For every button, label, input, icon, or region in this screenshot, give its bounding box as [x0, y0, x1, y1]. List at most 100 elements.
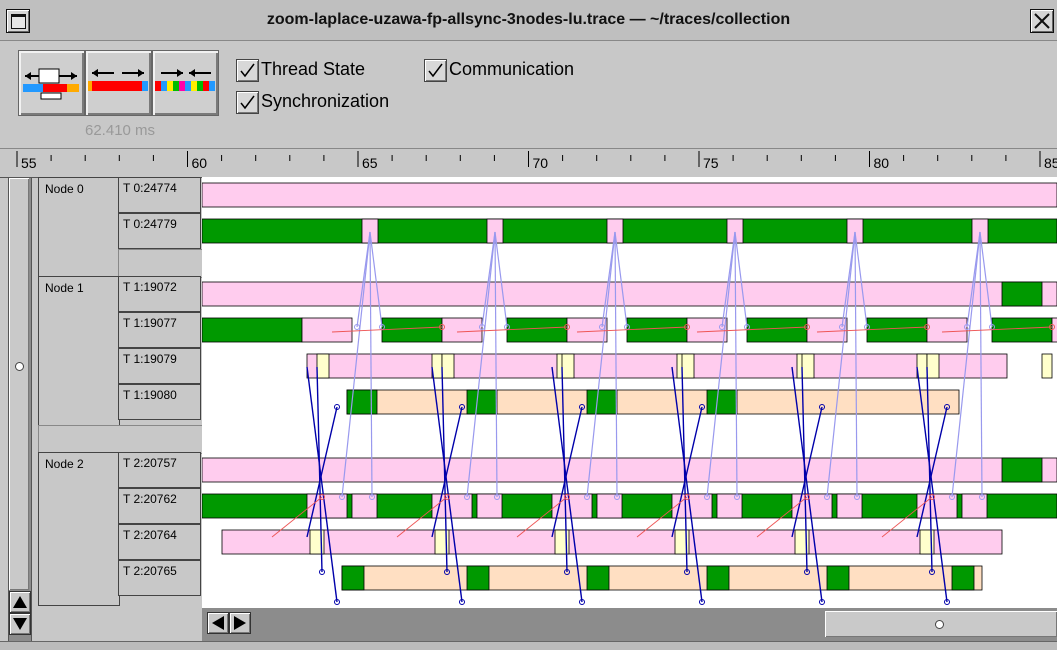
ruler-label: 65	[362, 155, 378, 171]
duration-readout: 62.410 ms	[85, 122, 156, 139]
thread-state-segment	[202, 317, 303, 343]
thread-state-segment	[806, 317, 848, 343]
thread-state-segment	[991, 317, 1053, 343]
thread-state-segment	[306, 353, 1008, 379]
thumb-grip-icon	[935, 620, 944, 629]
thread-state-segment	[706, 389, 738, 415]
ruler-label: 85	[1044, 155, 1057, 171]
thread-state-segment	[626, 317, 688, 343]
node-1-label: Node 1	[38, 276, 120, 427]
thread-state-segment	[836, 493, 863, 519]
communication-label: Communication	[449, 59, 575, 79]
message-arrow	[614, 231, 628, 328]
thread-state-segment	[551, 493, 593, 519]
communication-view-icon[interactable]	[85, 50, 152, 116]
horizontal-scroll-thumb[interactable]	[825, 611, 1057, 637]
thread-state-segment	[926, 317, 968, 343]
thread-state-segment	[1041, 353, 1053, 379]
synchronization-label: Synchronization	[261, 91, 390, 111]
message-arrow	[854, 231, 868, 328]
thread-state-view-icon[interactable]	[18, 50, 85, 116]
thumb-grip-icon	[15, 362, 24, 371]
thread-state-segment	[506, 317, 568, 343]
ruler-label: 75	[703, 155, 719, 171]
thread-state-segment	[561, 353, 575, 379]
thread-row-label: T 0:24779	[118, 213, 201, 249]
arrow-down-icon[interactable]	[9, 613, 31, 635]
thread-row-label: T 1:19079	[118, 348, 201, 384]
ruler-label: 80	[874, 155, 890, 171]
node-2-label: Node 2	[38, 452, 120, 606]
thread-state-segment	[791, 493, 833, 519]
vertical-scroll-thumb[interactable]	[9, 178, 29, 590]
time-ruler: 55 60 65 70 75 80 85	[0, 148, 1057, 178]
thread-state-segment	[961, 493, 988, 519]
arrow-up-icon[interactable]	[9, 591, 31, 613]
thread-state-segment	[926, 353, 940, 379]
thread-state-segment	[441, 353, 455, 379]
thread-state-segment	[301, 317, 353, 343]
row-spacer	[38, 425, 204, 454]
thread-state-checkbox[interactable]	[236, 59, 259, 82]
thread-state-segment	[1001, 457, 1043, 483]
thread-row-label: T 2:20757	[118, 452, 201, 488]
synchronization-checkbox[interactable]	[236, 91, 259, 114]
thread-state-segment	[801, 353, 815, 379]
thread-state-segment	[686, 317, 728, 343]
thread-state-segment	[866, 317, 928, 343]
thread-state-segment	[476, 493, 503, 519]
thread-state-segment	[746, 317, 808, 343]
node-0-label: Node 0	[38, 177, 120, 278]
thread-state-segment	[202, 182, 1057, 208]
thread-row-label: T 1:19072	[118, 276, 201, 312]
message-arrow	[734, 231, 748, 328]
thread-state-segment	[306, 493, 348, 519]
thread-state-label: Thread State	[261, 59, 366, 79]
thread-state-segment	[586, 389, 618, 415]
synchronization-view-icon[interactable]	[152, 50, 219, 116]
thread-state-segment	[466, 389, 498, 415]
trace-timeline[interactable]	[202, 177, 1057, 608]
thread-state-segment	[951, 565, 975, 591]
thread-state-segment	[202, 281, 1057, 307]
window-title: zoom-laplace-uzawa-fp-allsync-3nodes-lu.…	[266, 11, 791, 28]
thread-state-segment	[716, 493, 743, 519]
arrow-left-icon[interactable]	[207, 612, 229, 634]
close-icon[interactable]	[1030, 9, 1054, 33]
message-arrow	[494, 231, 508, 328]
thread-state-segment	[1051, 317, 1057, 343]
thread-state-segment	[566, 317, 608, 343]
message-arrow	[979, 231, 993, 328]
thread-state-segment	[586, 565, 610, 591]
thread-state-segment	[681, 353, 695, 379]
node-label: Node 1	[45, 281, 84, 295]
thread-state-segment	[341, 565, 365, 591]
thread-state-segment	[671, 493, 713, 519]
thread-row-label: T 0:24774	[118, 177, 201, 213]
ruler-label: 70	[533, 155, 549, 171]
node-label: Node 2	[45, 457, 84, 471]
thread-state-segment	[381, 317, 443, 343]
thread-state-segment	[351, 493, 378, 519]
thread-state-segment	[706, 565, 730, 591]
node-label: Node 0	[45, 182, 84, 196]
thread-row-label: T 2:20765	[118, 560, 201, 596]
communication-checkbox[interactable]	[424, 59, 447, 82]
thread-state-segment	[341, 565, 983, 591]
thread-state-segment	[916, 493, 958, 519]
thread-state-segment	[1001, 281, 1043, 307]
thread-state-segment	[316, 353, 330, 379]
ruler-label: 55	[21, 155, 37, 171]
thread-row-label: T 1:19077	[118, 312, 201, 348]
thread-state-segment	[466, 565, 490, 591]
ruler-label: 60	[192, 155, 208, 171]
thread-state-segment	[596, 493, 623, 519]
thread-state-segment	[346, 389, 960, 415]
message-arrow	[369, 231, 383, 328]
thread-row-label: T 2:20762	[118, 488, 201, 524]
arrow-right-icon[interactable]	[229, 612, 251, 634]
thread-state-segment	[221, 529, 1003, 555]
thread-row-label: T 2:20764	[118, 524, 201, 560]
thread-state-segment	[826, 565, 850, 591]
row-spacer	[118, 249, 204, 278]
